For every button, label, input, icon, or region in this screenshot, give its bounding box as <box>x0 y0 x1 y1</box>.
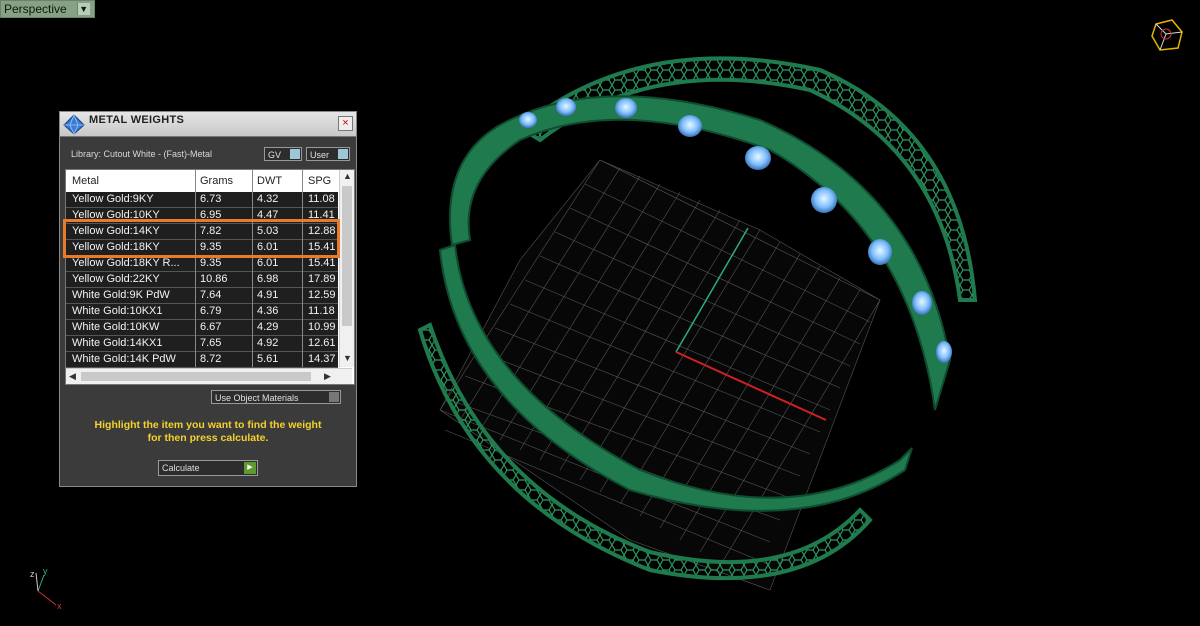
horizontal-scrollbar[interactable]: ◀ ▶ <box>66 368 352 384</box>
table-cell: White Gold:14K PdW <box>72 353 176 365</box>
axis-triad-icon: x y z <box>30 566 62 611</box>
panel-titlebar[interactable]: METAL WEIGHTS × <box>60 112 356 137</box>
close-icon[interactable]: × <box>338 116 353 131</box>
table-cell: 15.41 <box>308 257 336 269</box>
axis-z-label: z <box>30 569 35 579</box>
table-cell: 12.59 <box>308 289 336 301</box>
metal-weights-panel: METAL WEIGHTS × Library: Cutout White - … <box>59 111 357 487</box>
table-cell: White Gold:10KX1 <box>72 305 163 317</box>
user-dropdown[interactable]: User <box>306 147 350 161</box>
table-cell: 6.79 <box>200 305 222 317</box>
panel-title: METAL WEIGHTS <box>89 114 185 126</box>
scroll-down-icon[interactable]: ▼ <box>343 353 352 363</box>
table-cell: 11.08 <box>308 193 335 205</box>
column-header-spg[interactable]: SPG <box>308 175 331 187</box>
table-row[interactable]: White Gold:14K PdW 8.72 5.61 14.37 <box>66 352 338 368</box>
table-cell: 4.91 <box>257 289 279 301</box>
table-cell: White Gold:10KW <box>72 321 160 333</box>
instruction-line-1: Highlight the item you want to find the … <box>94 419 322 431</box>
column-header-metal[interactable]: Metal <box>72 175 99 187</box>
table-header: Metal Grams DWT SPG <box>66 170 338 193</box>
dropdown-button-icon[interactable] <box>290 149 300 159</box>
column-header-dwt[interactable]: DWT <box>257 175 282 187</box>
table-cell: 6.73 <box>200 193 222 205</box>
dropdown-button-icon[interactable] <box>338 149 348 159</box>
calculate-label: Calculate <box>162 463 200 473</box>
gv-dropdown[interactable]: GV <box>264 147 302 161</box>
table-cell: 6.98 <box>257 273 279 285</box>
table-cell: 4.92 <box>257 337 279 349</box>
table-cell: White Gold:14KX1 <box>72 337 163 349</box>
table-row[interactable]: White Gold:9K PdW 7.64 4.91 12.59 <box>66 288 338 304</box>
axis-x-label: x <box>57 601 62 611</box>
instruction-line-2: for then press calculate. <box>147 432 269 444</box>
gv-dropdown-value: GV <box>268 150 282 160</box>
axis-y-label: y <box>43 566 48 576</box>
table-cell: 5.61 <box>257 353 279 365</box>
table-cell: 6.67 <box>200 321 222 333</box>
viewport-label: Perspective <box>4 2 67 16</box>
gem-logo-icon <box>63 113 85 135</box>
play-icon: ▶ <box>244 462 256 474</box>
table-cell: 4.36 <box>257 305 279 317</box>
table-row[interactable]: White Gold:14KX1 7.65 4.92 12.61 <box>66 336 338 352</box>
navigation-cube-icon[interactable] <box>1148 18 1186 52</box>
table-cell: 10.86 <box>200 273 228 285</box>
selection-highlight-box <box>63 219 340 258</box>
chevron-down-icon[interactable]: ▼ <box>76 3 90 15</box>
viewport-label-dropdown[interactable]: Perspective ▼ <box>0 0 95 18</box>
use-object-materials-label: Use Object Materials <box>215 393 299 403</box>
table-row[interactable]: Yellow Gold:9KY 6.73 4.32 11.08 <box>66 192 338 208</box>
table-cell: 7.64 <box>200 289 222 301</box>
table-cell: 7.65 <box>200 337 222 349</box>
table-row[interactable]: Yellow Gold:22KY 10.86 6.98 17.89 <box>66 272 338 288</box>
table-cell: 4.32 <box>257 193 279 205</box>
dropdown-button-icon[interactable] <box>329 392 339 402</box>
scroll-up-icon[interactable]: ▲ <box>343 171 352 181</box>
table-cell: 8.72 <box>200 353 222 365</box>
calculate-button[interactable]: Calculate ▶ <box>158 460 258 476</box>
table-cell: White Gold:9K PdW <box>72 289 170 301</box>
scroll-thumb[interactable] <box>81 372 311 381</box>
table-cell: Yellow Gold:22KY <box>72 273 160 285</box>
scroll-right-icon[interactable]: ▶ <box>324 371 331 382</box>
metal-table[interactable]: Metal Grams DWT SPG Yellow Gold:9KY 6.73 4… <box>65 169 355 385</box>
vertical-scrollbar[interactable]: ▲ ▼ <box>339 170 354 367</box>
library-label: Library: Cutout White - (Fast)-Metal <box>71 149 213 159</box>
table-cell: 9.35 <box>200 257 222 269</box>
table-cell: 17.89 <box>308 273 336 285</box>
table-cell: Yellow Gold:9KY <box>72 193 154 205</box>
column-header-grams[interactable]: Grams <box>200 175 233 187</box>
use-object-materials-dropdown[interactable]: Use Object Materials <box>211 390 341 404</box>
table-cell: 11.18 <box>308 305 335 317</box>
table-cell: 6.01 <box>257 257 279 269</box>
instruction-message: Highlight the item you want to find the … <box>60 419 356 445</box>
scroll-left-icon[interactable]: ◀ <box>69 371 76 382</box>
scroll-thumb[interactable] <box>342 186 352 326</box>
table-row[interactable]: White Gold:10KX1 6.79 4.36 11.18 <box>66 304 338 320</box>
table-cell: 14.37 <box>308 353 336 365</box>
table-cell: 10.99 <box>308 321 336 333</box>
table-row[interactable]: Yellow Gold:18KY R... 9.35 6.01 15.41 <box>66 256 338 272</box>
table-cell: 12.61 <box>308 337 336 349</box>
table-cell: 4.29 <box>257 321 279 333</box>
table-cell: Yellow Gold:18KY R... <box>72 257 180 269</box>
user-dropdown-value: User <box>310 150 330 160</box>
table-row[interactable]: White Gold:10KW 6.67 4.29 10.99 <box>66 320 338 336</box>
